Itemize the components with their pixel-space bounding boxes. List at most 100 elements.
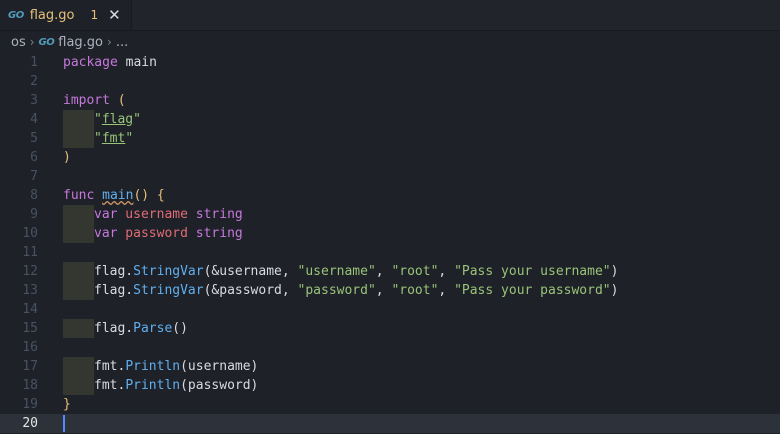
line-number: 2 [30, 74, 38, 89]
indent-guide [63, 205, 94, 224]
code-line[interactable]: 6 ) [0, 148, 780, 167]
string: "Pass your username" [454, 264, 611, 279]
line-number: 10 [22, 226, 38, 241]
indent-guide [63, 357, 94, 376]
line-number: 20 [22, 416, 38, 431]
current-line[interactable]: 20 [0, 414, 780, 433]
code-line[interactable]: 7 [0, 167, 780, 186]
breadcrumb-folder[interactable]: os [11, 35, 26, 50]
breadcrumb: os › GO flag.go › ... [0, 31, 780, 53]
indent-guide [63, 110, 94, 129]
function-name: main [102, 188, 134, 203]
type: string [187, 226, 243, 241]
code-line[interactable]: 17 fmt.Println(username) [0, 357, 780, 376]
keyword: var [94, 226, 118, 241]
package-ref: flag. [94, 321, 134, 336]
indent-guide [63, 224, 94, 243]
line-number: 12 [22, 264, 38, 279]
code-line[interactable]: 15 flag.Parse() [0, 319, 780, 338]
line-number: 4 [30, 112, 38, 127]
string: "root" [391, 264, 439, 279]
code-line[interactable]: 4 "flag" [0, 110, 780, 129]
code-line[interactable]: 18 fmt.Println(password) [0, 376, 780, 395]
arguments: (&password, [203, 283, 298, 298]
keyword: func [63, 188, 95, 203]
line-number: 7 [30, 169, 38, 184]
package-ref: flag. [94, 283, 134, 298]
package-ref: fmt. [94, 378, 126, 393]
package-ref: flag. [94, 264, 134, 279]
punctuation: , [375, 264, 392, 279]
breadcrumb-file[interactable]: flag.go [58, 35, 103, 50]
package-ref: fmt. [94, 359, 126, 374]
string: "root" [391, 283, 439, 298]
string: "Pass your password" [454, 283, 611, 298]
close-icon[interactable]: ✕ [108, 6, 121, 24]
tab-title: flag.go [29, 7, 75, 23]
go-file-icon: GO [8, 9, 24, 21]
identifier: main [117, 55, 157, 70]
function-call: StringVar [133, 283, 204, 298]
line-number: 8 [30, 188, 38, 203]
arguments: (password) [180, 378, 259, 393]
line-number: 18 [22, 378, 38, 393]
code-line[interactable]: 19 } [0, 395, 780, 414]
code-line[interactable]: 10 var password string [0, 224, 780, 243]
string: flag [101, 112, 134, 127]
indent-guide [63, 281, 94, 300]
code-line[interactable]: 9 var username string [0, 205, 780, 224]
function-call: Println [125, 378, 181, 393]
indent-guide [63, 376, 94, 395]
type: string [187, 207, 243, 222]
code-editor[interactable]: 1 package main 2 3 import ( 4 "flag" 5 "… [0, 53, 780, 433]
string: "username" [297, 264, 376, 279]
chevron-right-icon: › [29, 35, 35, 49]
code-line[interactable]: 3 import ( [0, 91, 780, 110]
code-line[interactable]: 1 package main [0, 53, 780, 72]
function-call: StringVar [133, 264, 204, 279]
code-line[interactable]: 13 flag.StringVar(&password, "password",… [0, 281, 780, 300]
variable: username [117, 207, 188, 222]
function-call: Println [125, 359, 181, 374]
line-number: 9 [30, 207, 38, 222]
line-number: 14 [22, 302, 38, 317]
punctuation: } [63, 397, 71, 412]
tab-bar: GO flag.go 1 ✕ [0, 0, 780, 31]
indent-guide [63, 262, 94, 281]
keyword: package [63, 55, 118, 70]
code-line[interactable]: 2 [0, 72, 780, 91]
code-line[interactable]: 8 func main() { [0, 186, 780, 205]
punctuation: , [375, 283, 392, 298]
string: " [133, 112, 141, 127]
punctuation: ) [63, 150, 71, 165]
variable: password [117, 226, 188, 241]
line-number: 1 [30, 55, 38, 70]
code-line[interactable]: 11 [0, 243, 780, 262]
line-number: 11 [22, 245, 38, 260]
string: " [125, 131, 134, 146]
line-number: 6 [30, 150, 38, 165]
code-line[interactable]: 12 flag.StringVar(&username, "username",… [0, 262, 780, 281]
code-line[interactable]: 14 [0, 300, 780, 319]
tab-flag-go[interactable]: GO flag.go 1 ✕ [0, 0, 132, 30]
line-number: 17 [22, 359, 38, 374]
text-cursor [63, 415, 65, 432]
code-line[interactable]: 16 [0, 338, 780, 357]
string: " [94, 131, 102, 146]
punctuation: , [438, 264, 455, 279]
arguments: () [172, 321, 188, 336]
punctuation: , [438, 283, 455, 298]
keyword: var [94, 207, 118, 222]
indent-guide [63, 129, 94, 148]
keyword: import [63, 93, 110, 108]
breadcrumb-more[interactable]: ... [116, 35, 128, 50]
punctuation: ) [610, 283, 619, 298]
line-number: 13 [22, 283, 38, 298]
code-line[interactable]: 5 "fmt" [0, 129, 780, 148]
chevron-right-icon: › [107, 35, 112, 49]
arguments: (username) [180, 359, 259, 374]
line-number: 15 [22, 321, 38, 336]
punctuation: () { [133, 188, 165, 203]
string: "password" [297, 283, 376, 298]
line-number: 3 [30, 93, 38, 108]
